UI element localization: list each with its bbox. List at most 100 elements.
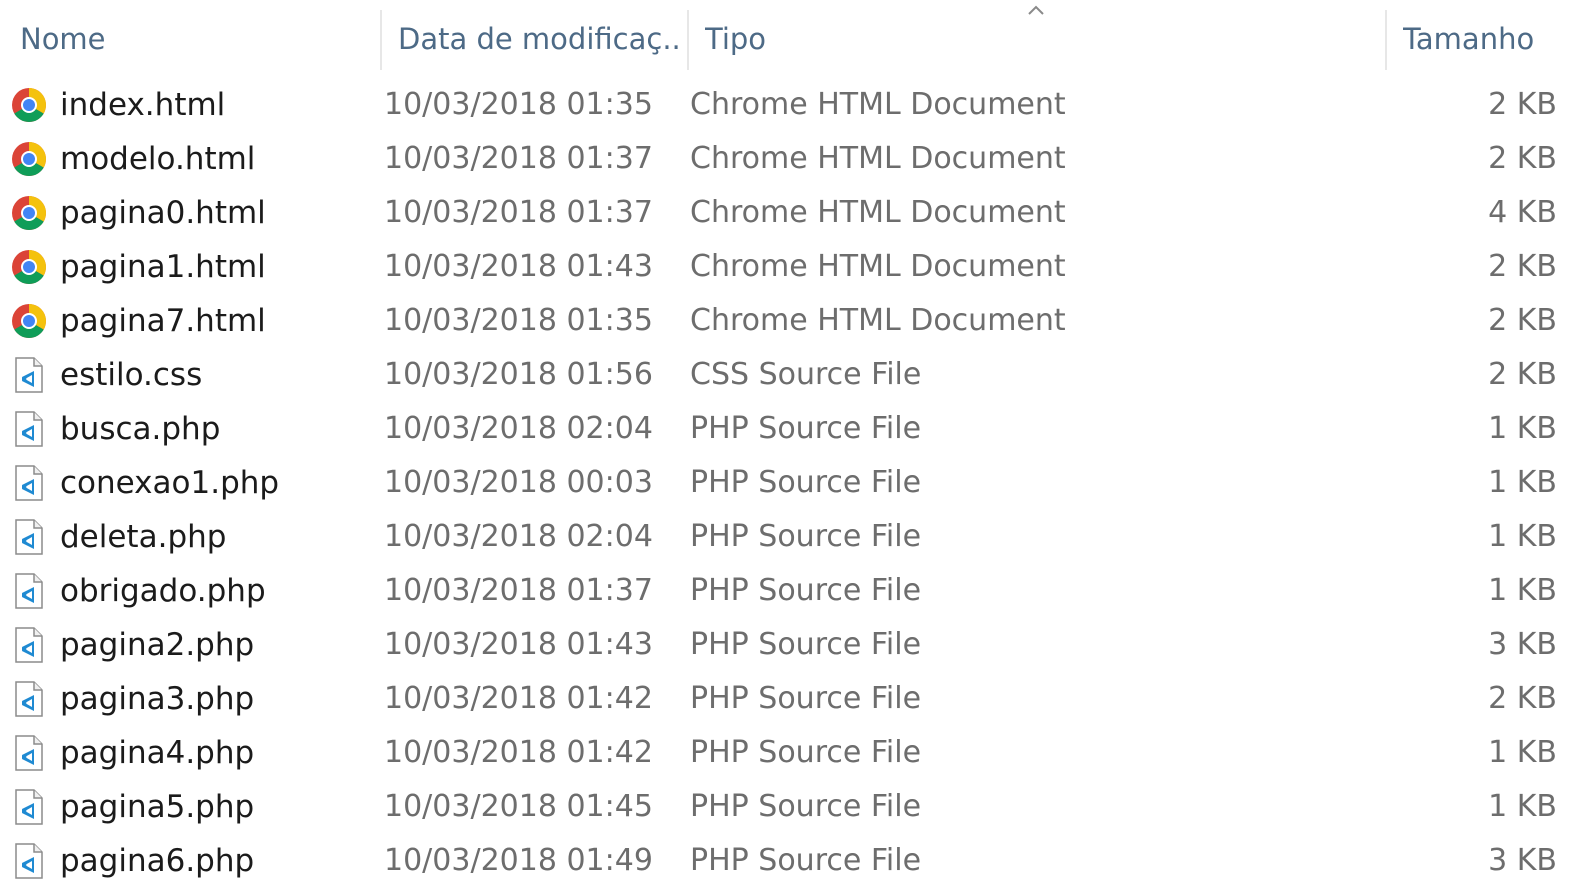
file-row[interactable]: modelo.html 10/03/2018 01:37 Chrome HTML D… [0, 132, 1575, 186]
file-type: Chrome HTML Document [690, 195, 1066, 230]
file-row[interactable]: pagina3.php 10/03/2018 01:42 PHP Source Fi… [0, 672, 1575, 726]
file-row[interactable]: pagina6.php 10/03/2018 01:49 PHP Source Fi… [0, 834, 1575, 888]
file-size: 1 KB [1488, 519, 1557, 554]
file-row[interactable]: pagina1.html 10/03/2018 01:43 Chrome HTML … [0, 240, 1575, 294]
file-type: CSS Source File [690, 357, 922, 392]
file-size: 2 KB [1488, 303, 1557, 338]
file-type: PHP Source File [690, 411, 922, 446]
file-date-modified: 10/03/2018 01:35 [384, 87, 653, 122]
file-type: PHP Source File [690, 627, 922, 662]
file-date-modified: 10/03/2018 02:04 [384, 411, 653, 446]
file-size: 2 KB [1488, 249, 1557, 284]
file-type: Chrome HTML Document [690, 141, 1066, 176]
file-name: pagina4.php [60, 735, 255, 771]
vscode-file-icon [15, 843, 43, 879]
file-row[interactable]: pagina0.html 10/03/2018 01:37 Chrome HTML … [0, 186, 1575, 240]
file-size: 1 KB [1488, 411, 1557, 446]
column-header-date-modified[interactable]: Data de modificaç... [398, 0, 680, 72]
file-type: Chrome HTML Document [690, 303, 1066, 338]
file-row[interactable]: estilo.css 10/03/2018 01:56 CSS Source Fil… [0, 348, 1575, 402]
file-size: 1 KB [1488, 573, 1557, 608]
file-type: PHP Source File [690, 519, 922, 554]
column-divider[interactable] [1385, 10, 1387, 70]
file-name: pagina1.html [60, 249, 266, 285]
file-size: 3 KB [1488, 843, 1557, 878]
file-size: 2 KB [1488, 141, 1557, 176]
file-type: PHP Source File [690, 735, 922, 770]
file-row[interactable]: index.html 10/03/2018 01:35 Chrome HTML Do… [0, 78, 1575, 132]
file-row[interactable]: pagina7.html 10/03/2018 01:35 Chrome HTML … [0, 294, 1575, 348]
column-header-type[interactable]: Tipo [705, 0, 1025, 72]
file-type: Chrome HTML Document [690, 87, 1066, 122]
file-name: pagina6.php [60, 843, 255, 879]
file-size: 1 KB [1488, 735, 1557, 770]
column-header-name[interactable]: Nome [20, 0, 375, 72]
file-row[interactable]: pagina4.php 10/03/2018 01:42 PHP Source Fi… [0, 726, 1575, 780]
vscode-file-icon [15, 735, 43, 771]
file-size: 2 KB [1488, 357, 1557, 392]
file-date-modified: 10/03/2018 01:43 [384, 627, 653, 662]
file-type: PHP Source File [690, 465, 922, 500]
file-row[interactable]: pagina2.php 10/03/2018 01:43 PHP Source Fi… [0, 618, 1575, 672]
file-date-modified: 10/03/2018 01:49 [384, 843, 653, 878]
chrome-icon [12, 304, 46, 338]
chrome-icon [12, 250, 46, 284]
chrome-icon [12, 142, 46, 176]
file-name: pagina0.html [60, 195, 266, 231]
file-row[interactable]: pagina5.php 10/03/2018 01:45 PHP Source Fi… [0, 780, 1575, 834]
vscode-file-icon [15, 465, 43, 501]
file-date-modified: 10/03/2018 02:04 [384, 519, 653, 554]
file-date-modified: 10/03/2018 01:56 [384, 357, 653, 392]
file-name: obrigado.php [60, 573, 266, 609]
vscode-file-icon [15, 681, 43, 717]
file-date-modified: 10/03/2018 01:37 [384, 141, 653, 176]
file-size: 4 KB [1488, 195, 1557, 230]
vscode-file-icon [15, 627, 43, 663]
column-divider[interactable] [380, 10, 382, 70]
file-date-modified: 10/03/2018 01:42 [384, 681, 653, 716]
file-date-modified: 10/03/2018 00:03 [384, 465, 653, 500]
file-type: Chrome HTML Document [690, 249, 1066, 284]
file-name: modelo.html [60, 141, 256, 177]
file-type: PHP Source File [690, 681, 922, 716]
vscode-file-icon [15, 357, 43, 393]
file-row[interactable]: busca.php 10/03/2018 02:04 PHP Source File… [0, 402, 1575, 456]
file-name: estilo.css [60, 357, 203, 393]
file-name: deleta.php [60, 519, 227, 555]
file-name: busca.php [60, 411, 221, 447]
file-date-modified: 10/03/2018 01:43 [384, 249, 653, 284]
vscode-file-icon [15, 411, 43, 447]
file-name: pagina7.html [60, 303, 266, 339]
chrome-icon [12, 88, 46, 122]
file-type: PHP Source File [690, 843, 922, 878]
chrome-icon [12, 196, 46, 230]
file-explorer-details-view: Nome Data de modificaç... Tipo Tamanho i… [0, 0, 1575, 884]
file-size: 1 KB [1488, 465, 1557, 500]
file-date-modified: 10/03/2018 01:35 [384, 303, 653, 338]
vscode-file-icon [15, 519, 43, 555]
file-name: pagina3.php [60, 681, 255, 717]
file-type: PHP Source File [690, 789, 922, 824]
vscode-file-icon [15, 789, 43, 825]
file-size: 2 KB [1488, 87, 1557, 122]
file-date-modified: 10/03/2018 01:37 [384, 195, 653, 230]
vscode-file-icon [15, 573, 43, 609]
file-row[interactable]: deleta.php 10/03/2018 02:04 PHP Source Fil… [0, 510, 1575, 564]
file-name: index.html [60, 87, 226, 123]
file-size: 3 KB [1488, 627, 1557, 662]
file-date-modified: 10/03/2018 01:37 [384, 573, 653, 608]
sort-ascending-icon [1028, 5, 1044, 15]
file-date-modified: 10/03/2018 01:45 [384, 789, 653, 824]
column-header-bar: Nome Data de modificaç... Tipo Tamanho [0, 0, 1575, 72]
file-row[interactable]: obrigado.php 10/03/2018 01:37 PHP Source F… [0, 564, 1575, 618]
column-divider[interactable] [687, 10, 689, 70]
file-type: PHP Source File [690, 573, 922, 608]
file-name: conexao1.php [60, 465, 280, 501]
column-header-size[interactable]: Tamanho [1403, 0, 1563, 72]
file-size: 2 KB [1488, 681, 1557, 716]
file-name: pagina5.php [60, 789, 255, 825]
file-date-modified: 10/03/2018 01:42 [384, 735, 653, 770]
file-size: 1 KB [1488, 789, 1557, 824]
file-name: pagina2.php [60, 627, 255, 663]
file-row[interactable]: conexao1.php 10/03/2018 00:03 PHP Source F… [0, 456, 1575, 510]
